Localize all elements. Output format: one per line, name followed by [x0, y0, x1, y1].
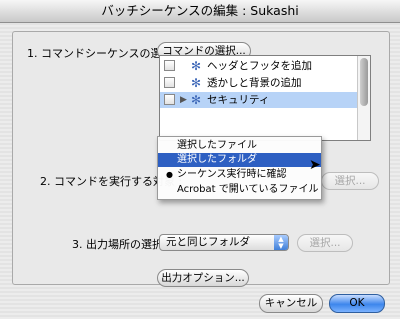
menu-item-selected-files[interactable]: 選択したファイル: [158, 139, 321, 153]
window-title: バッチシーケンスの編集 : Sukashi: [0, 0, 400, 23]
disclosure-triangle-icon[interactable]: ▶: [180, 92, 187, 108]
command-checkbox[interactable]: [164, 94, 175, 105]
gear-icon: ✻: [191, 93, 202, 107]
target-select-button[interactable]: 選択...: [321, 172, 379, 190]
output-options-button[interactable]: 出力オプション...: [157, 269, 249, 287]
gear-icon: ✻: [191, 59, 202, 73]
output-select-button[interactable]: 選択...: [297, 234, 353, 252]
command-label: セキュリティ: [207, 94, 270, 106]
output-location-select[interactable]: 元と同じフォルダ ▲ ▼: [159, 234, 289, 251]
ok-button[interactable]: OK: [329, 294, 385, 313]
menu-item-selected-folder[interactable]: 選択したフォルダ: [158, 153, 321, 167]
mouse-cursor-icon: ➤: [309, 157, 321, 173]
output-location-value: 元と同じフォルダ: [166, 236, 250, 248]
command-checkbox[interactable]: [164, 77, 175, 88]
stepper-arrows-icon: ▲ ▼: [274, 235, 288, 250]
menu-item-ask-on-run[interactable]: ● シーケンス実行時に確認: [158, 168, 321, 182]
command-label: ヘッダとフッタを追加: [207, 60, 312, 72]
menu-item-open-files[interactable]: Acrobat で開いているファイル: [158, 183, 321, 197]
scrollbar-thumb[interactable]: [360, 58, 368, 106]
cancel-button[interactable]: キャンセル: [259, 294, 323, 313]
gear-icon: ✻: [191, 76, 202, 90]
section3-label: 3. 出力場所の選択 :: [72, 238, 171, 251]
target-dropdown-menu[interactable]: 選択したファイル 選択したフォルダ ● シーケンス実行時に確認 Acrobat …: [157, 136, 322, 200]
command-row[interactable]: ✻ 透かしと背景の追加: [160, 75, 360, 91]
bullet-icon: ●: [166, 170, 173, 179]
command-row[interactable]: ✻ ヘッダとフッタを追加: [160, 58, 360, 74]
command-row-selected[interactable]: ▶ ✻ セキュリティ: [160, 92, 360, 108]
command-list-scrollbar[interactable]: [357, 56, 370, 140]
command-list[interactable]: ✻ ヘッダとフッタを追加 ✻ 透かしと背景の追加 ▶ ✻ セキュリティ: [159, 55, 371, 141]
command-checkbox[interactable]: [164, 60, 175, 71]
command-label: 透かしと背景の追加: [207, 77, 302, 89]
